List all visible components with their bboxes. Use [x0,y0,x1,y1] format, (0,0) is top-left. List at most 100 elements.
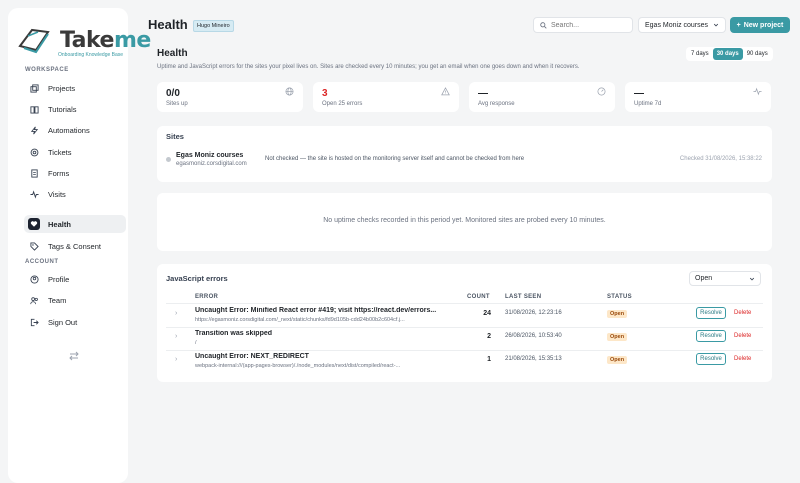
delete-button[interactable]: Delete [734,310,751,316]
chevron-right-icon[interactable]: › [175,333,177,340]
resolve-button[interactable]: Resolve [696,353,726,365]
activity-icon [753,87,762,96]
brand-logo[interactable]: Takeme Onboarding Knowledge Base [18,20,151,60]
status-badge: Open [607,310,628,318]
sidebar-item-label: Health [48,219,71,229]
error-status-filter-value: Open [695,275,713,282]
range-7-days-button[interactable]: 7 days [687,48,713,60]
course-select[interactable]: Egas Moniz courses [638,17,726,33]
pulse-icon [28,188,40,200]
sidebar-item-automations[interactable]: Automations [24,121,126,139]
column-header-last-seen[interactable]: LAST SEEN [505,294,541,300]
delete-button[interactable]: Delete [734,356,751,362]
error-count: 1 [487,356,491,363]
sidebar-item-label: Projects [48,83,76,93]
sidebar-item-label: Visits [48,189,66,199]
stat-card-uptime: — Uptime 7d [625,82,771,112]
bolt-icon [28,124,40,136]
search-input[interactable] [551,21,626,29]
site-status-text: Not checked — the site is hosted on the … [265,156,525,162]
chevron-down-icon [749,277,755,280]
section-subtitle: Uptime and JavaScript errors for the sit… [157,64,580,70]
header-divider [166,303,763,304]
heart-icon [28,218,40,230]
sidebar-item-label: Profile [48,274,70,284]
sidebar-item-label: Sign Out [48,317,78,327]
error-source: / [195,340,197,346]
stat-label: Open 25 errors [322,101,363,107]
sidebar: Takeme Onboarding Knowledge Base WORKSPA… [8,8,151,483]
site-status-dot [166,157,171,162]
stat-label: Uptime 7d [634,101,662,107]
table-row[interactable]: › Transition was skipped / 2 26/08/2026,… [157,328,772,351]
stat-value: — [478,88,488,99]
user-circle-icon [28,273,40,285]
sidebar-item-profile[interactable]: Profile [24,270,126,288]
sites-title: Sites [166,132,184,141]
stat-card-sites-up: 0/0 Sites up [157,82,303,112]
chevron-right-icon[interactable]: › [175,310,177,317]
error-source: webpack-internal:///(app-pages-browser)/… [195,363,401,369]
book-icon [28,103,40,115]
search-box[interactable] [533,17,633,33]
status-badge: Open [607,356,628,364]
sidebar-item-sign-out[interactable]: Sign Out [24,313,126,331]
error-last-seen: 21/08/2026, 15:35:13 [505,356,562,362]
stat-card-open-errors: 3 Open 25 errors [313,82,459,112]
sidebar-item-tags-consent[interactable]: Tags & Consent [24,237,126,255]
new-project-button[interactable]: + New project [730,17,790,33]
section-title: Health [157,48,188,59]
globe-icon [285,87,294,96]
error-message: Uncaught Error: NEXT_REDIRECT [195,353,309,360]
stat-label: Sites up [166,101,188,107]
form-icon [28,167,40,179]
sidebar-item-tickets[interactable]: Tickets [24,143,126,161]
error-last-seen: 26/08/2026, 10:53:40 [505,333,562,339]
sidebar-item-forms[interactable]: Forms [24,164,126,182]
range-toggle: 7 days 30 days 90 days [686,47,773,61]
stat-value: — [634,88,644,99]
site-checked-time: Checked 31/08/2026, 15:38:22 [679,156,762,162]
sidebar-item-label: Tickets [48,147,72,157]
js-errors-title: JavaScript errors [166,274,228,283]
sidebar-item-label: Tutorials [48,104,77,114]
error-count: 2 [487,333,491,340]
table-row[interactable]: › Uncaught Error: NEXT_REDIRECT webpack-… [157,351,772,374]
uptime-panel: No uptime checks recorded in this period… [157,193,772,251]
sidebar-item-projects[interactable]: Projects [24,79,126,97]
user-badge: Hugo Mineiro [193,20,234,32]
resolve-button[interactable]: Resolve [696,330,726,342]
account-section-label: ACCOUNT [25,259,59,265]
projects-icon [28,82,40,94]
logo-book-icon [18,28,50,54]
table-row[interactable]: › Uncaught Error: Minified React error #… [157,305,772,328]
range-30-days-button[interactable]: 30 days [712,48,743,60]
error-message: Transition was skipped [195,330,273,337]
error-status-filter[interactable]: Open [689,271,761,286]
sidebar-item-tutorials[interactable]: Tutorials [24,100,126,118]
course-select-value: Egas Moniz courses [645,21,709,29]
stat-label: Avg response [478,101,515,107]
team-icon [28,294,40,306]
sidebar-item-visits[interactable]: Visits [24,185,126,203]
column-header-status[interactable]: STATUS [607,294,632,300]
swap-icon[interactable] [68,350,80,362]
column-header-error[interactable]: ERROR [195,294,218,300]
status-badge: Open [607,333,628,341]
error-source: https://egasmoniz.corsdigital.com/_next/… [195,317,405,323]
range-90-days-button[interactable]: 90 days [743,48,772,60]
chevron-right-icon[interactable]: › [175,356,177,363]
sidebar-item-team[interactable]: Team [24,291,126,309]
column-header-count[interactable]: COUNT [467,294,490,300]
stat-card-avg-response: — Avg response [469,82,615,112]
ticket-icon [28,146,40,158]
workspace-section-label: WORKSPACE [25,67,69,73]
uptime-empty-message: No uptime checks recorded in this period… [323,217,606,224]
brand-tagline: Onboarding Knowledge Base [58,52,124,58]
sign-out-icon [28,316,40,328]
error-message: Uncaught Error: Minified React error #41… [195,307,437,314]
resolve-button[interactable]: Resolve [696,307,726,319]
search-icon [540,21,547,29]
sidebar-item-health[interactable]: Health [24,215,126,233]
delete-button[interactable]: Delete [734,333,751,339]
